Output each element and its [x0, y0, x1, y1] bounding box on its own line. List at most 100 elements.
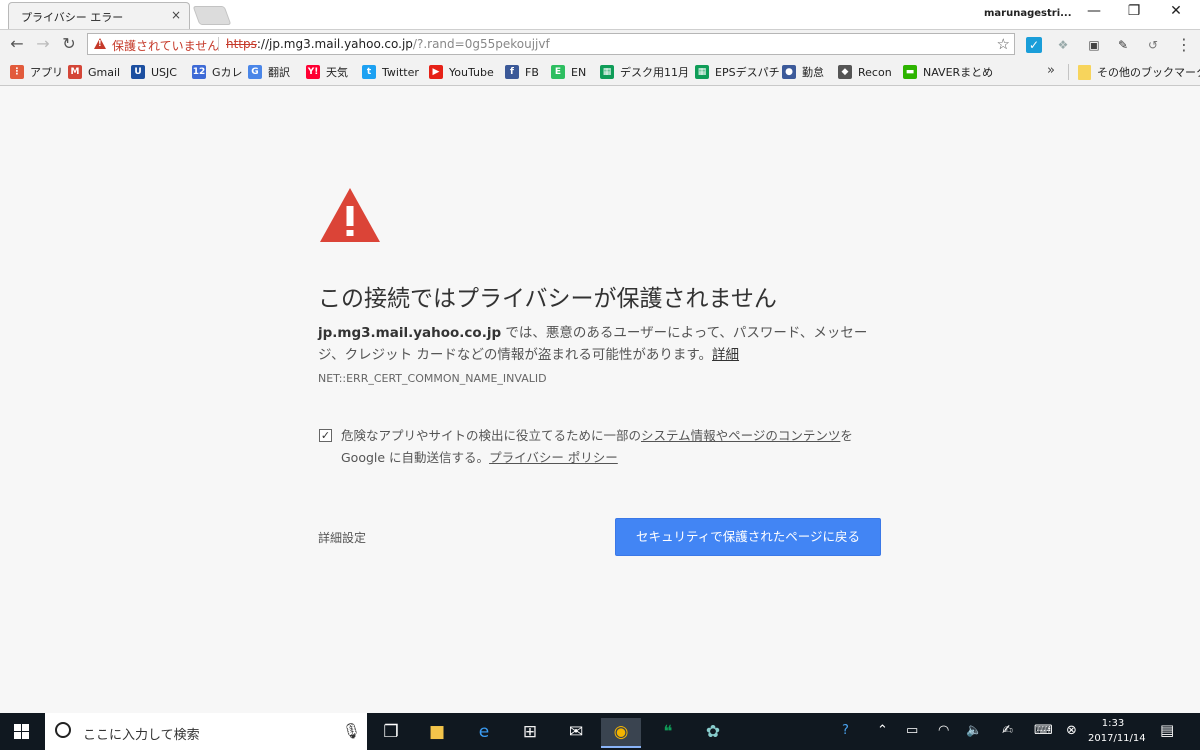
twitter-icon: t: [362, 65, 376, 79]
bookmark-label: 勤怠: [802, 66, 824, 79]
keyboard-icon[interactable]: ⌨: [1034, 723, 1053, 738]
bookmark-label: 翻訳: [268, 66, 290, 79]
url-path: /?.rand=0g55pekoujjvf: [412, 37, 550, 51]
tab-close-icon[interactable]: ×: [171, 8, 181, 22]
bookmark-item[interactable]: f FB: [505, 64, 539, 80]
bookmark-item[interactable]: Y! 天気: [306, 64, 348, 80]
edge-icon[interactable]: e: [464, 718, 504, 746]
globe-icon: ●: [782, 65, 796, 79]
bookmark-item[interactable]: ⋮ アプリ: [10, 64, 63, 80]
bookmark-label: Twitter: [382, 65, 419, 79]
mail-icon[interactable]: ✉: [556, 718, 596, 746]
history-icon[interactable]: ↺: [1145, 37, 1161, 53]
show-hidden-icons[interactable]: ⌃: [877, 723, 888, 738]
youtube-icon: ▶: [429, 65, 443, 79]
pen-icon[interactable]: ✎: [1115, 37, 1131, 53]
dropbox-icon[interactable]: ❖: [1055, 37, 1071, 53]
yahoo-icon: Y!: [306, 65, 320, 79]
minimize-icon[interactable]: —: [1080, 3, 1108, 19]
other-bookmarks-label: その他のブックマーク: [1097, 66, 1200, 79]
windows-start-icon[interactable]: [14, 724, 30, 740]
new-tab-button[interactable]: [192, 6, 232, 25]
bookmark-item[interactable]: 12 Gカレ: [192, 64, 243, 80]
file-explorer-icon[interactable]: ■: [417, 718, 457, 746]
bookmark-label: EN: [571, 65, 587, 79]
bookmark-item[interactable]: ▶ YouTube: [429, 64, 494, 80]
bookmark-label: FB: [525, 65, 539, 79]
naver-icon: ▬: [903, 65, 917, 79]
hangouts-icon[interactable]: ❝: [648, 718, 688, 746]
help-icon[interactable]: ?: [842, 723, 849, 738]
tab-title: プライバシー エラー: [21, 11, 124, 24]
clock-date: 2017/11/14: [1088, 733, 1146, 744]
bookmark-item[interactable]: M Gmail: [68, 64, 120, 80]
wifi-icon[interactable]: ◠: [938, 723, 949, 738]
other-bookmarks-folder[interactable]: その他のブックマーク: [1078, 64, 1200, 80]
close-window-icon[interactable]: ✕: [1162, 3, 1190, 19]
extension-check-icon[interactable]: ✓: [1026, 37, 1042, 53]
bookmark-label: アプリ: [30, 66, 63, 79]
bookmark-item[interactable]: G 翻訳: [248, 64, 290, 80]
taskbar-clock[interactable]: 1:33 2017/11/14: [1088, 716, 1146, 746]
battery-icon[interactable]: ▭: [906, 723, 918, 738]
privacy-policy-link[interactable]: プライバシー ポリシー: [489, 450, 618, 465]
tab-strip: プライバシー エラー × marunagestri... — ❐ ✕: [0, 0, 1200, 29]
bookmark-item[interactable]: U USJC: [131, 64, 177, 80]
url-text[interactable]: https://jp.mg3.mail.yahoo.co.jp/?.rand=0…: [226, 37, 550, 51]
calendar-icon: 12: [192, 65, 206, 79]
not-secure-icon[interactable]: [94, 38, 106, 49]
system-info-link[interactable]: システム情報やページのコンテンツ: [641, 428, 840, 443]
tab-privacy-error[interactable]: プライバシー エラー ×: [8, 2, 190, 29]
error-code: NET::ERR_CERT_COMMON_NAME_INVALID: [318, 372, 547, 385]
pen-workspace-icon[interactable]: ✍: [1002, 723, 1013, 738]
forward-icon[interactable]: →: [32, 34, 54, 53]
details-link[interactable]: 詳細: [712, 347, 739, 363]
usjc-icon: U: [131, 65, 145, 79]
bookmark-item[interactable]: ◆ Recon: [838, 64, 892, 80]
bookmark-label: Gカレ: [212, 66, 243, 79]
reload-icon[interactable]: ↻: [58, 34, 80, 53]
url-scheme: https: [226, 37, 257, 51]
bookmark-item[interactable]: ▦ EPSデスパチ: [695, 64, 780, 80]
bookmark-item[interactable]: E EN: [551, 64, 586, 80]
back-to-safety-button[interactable]: セキュリティで保護されたページに戻る: [615, 518, 881, 556]
ime-icon[interactable]: ⊗: [1066, 723, 1077, 738]
volume-icon[interactable]: 🔈: [966, 723, 982, 738]
interstitial-page: この接続ではプライバシーが保護されません jp.mg3.mail.yahoo.c…: [0, 86, 1200, 713]
folder-icon: [1078, 64, 1091, 80]
report-checkbox[interactable]: ✓: [319, 429, 332, 442]
keep-icon[interactable]: ▣: [1086, 37, 1102, 53]
evernote-icon: E: [551, 65, 565, 79]
chrome-menu-icon[interactable]: ⋮: [1176, 35, 1192, 54]
cortana-icon[interactable]: [55, 722, 71, 738]
task-view-icon[interactable]: ❐: [371, 718, 411, 746]
taskbar-search-placeholder: ここに入力して検索: [83, 728, 200, 743]
error-description: jp.mg3.mail.yahoo.co.jp では、悪意のあるユーザーによって…: [318, 322, 878, 366]
chrome-taskbar-icon[interactable]: ◉: [601, 718, 641, 748]
store-icon[interactable]: ⊞: [510, 718, 550, 746]
url-host: ://jp.mg3.mail.yahoo.co.jp: [256, 37, 413, 51]
taskbar-search[interactable]: ここに入力して検索 🎙: [45, 713, 367, 750]
paint-icon[interactable]: ✿: [693, 718, 733, 746]
bookmark-item[interactable]: t Twitter: [362, 64, 419, 80]
bookmark-label: 天気: [326, 66, 348, 79]
back-icon[interactable]: ←: [6, 34, 28, 53]
bookmark-star-icon[interactable]: ☆: [997, 35, 1010, 53]
bookmark-item[interactable]: ▬ NAVERまとめ: [903, 64, 993, 80]
bookmark-label: デスク用11月: [620, 66, 689, 79]
action-center-icon[interactable]: ▤: [1160, 721, 1174, 739]
restore-icon[interactable]: ❐: [1120, 3, 1148, 19]
bookmarks-overflow-icon[interactable]: »: [1047, 63, 1055, 78]
security-status[interactable]: 保護されていません: [112, 37, 219, 54]
sheets-icon: ▦: [600, 65, 614, 79]
warning-triangle-icon: [320, 188, 380, 242]
report-text-1: 危険なアプリやサイトの検出に役立てるために一部の: [341, 428, 642, 443]
microphone-icon[interactable]: 🎙: [342, 722, 361, 740]
bookmark-item[interactable]: ▦ デスク用11月: [600, 64, 689, 80]
address-bar[interactable]: 保護されていません https://jp.mg3.mail.yahoo.co.j…: [87, 33, 1015, 55]
windows-taskbar: ここに入力して検索 🎙 ❐ ■ e ⊞ ✉ ◉ ❝ ✿ ? ⌃ ▭ ◠ 🔈 ✍ …: [0, 713, 1200, 750]
error-domain: jp.mg3.mail.yahoo.co.jp: [318, 325, 502, 341]
advanced-button[interactable]: 詳細設定: [318, 529, 366, 546]
bookmark-item[interactable]: ● 勤怠: [782, 64, 824, 80]
profile-name[interactable]: marunagestri...: [984, 8, 1072, 19]
